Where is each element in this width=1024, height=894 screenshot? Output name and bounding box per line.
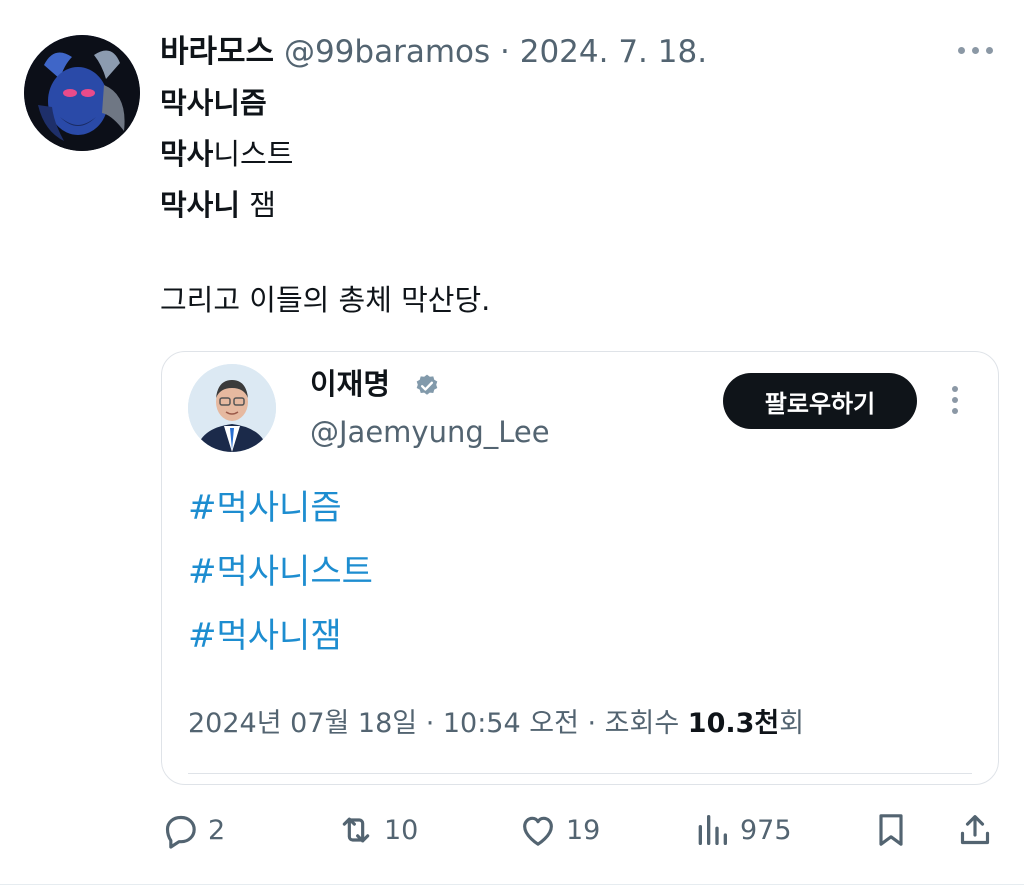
like-icon [523, 816, 553, 846]
quoted-view-suffix: 회 [779, 708, 805, 739]
reply-icon [165, 815, 196, 849]
tweet-header: 바라모스 @99baramos · 2024. 7. 18. [160, 30, 707, 74]
author-handle[interactable]: @99baramos [284, 34, 490, 70]
quoted-divider [188, 773, 972, 774]
hashtag-link[interactable]: #먹사니스트 [188, 540, 373, 604]
hashtag-link[interactable]: #먹사니잼 [188, 604, 373, 668]
tweet-line-rest: 니스트 [213, 137, 294, 171]
tweet-line-rest: 잼 [240, 188, 276, 222]
tweet-line: 막사니 잼 [160, 180, 490, 231]
action-bar: 2 10 19 975 [0, 800, 1024, 860]
tweet-line: 막사니즘 [160, 78, 490, 129]
hashtag-list: #먹사니즘 #먹사니스트 #먹사니잼 [188, 476, 373, 668]
quoted-view-count: 10.3천 [687, 708, 780, 739]
share-icon [960, 815, 990, 845]
bookmark-icon [879, 814, 903, 846]
tweet-body: 막사니즘 막사니스트 막사니 잼 그리고 이들의 총체 막산당. [160, 78, 490, 326]
retweet-button[interactable]: 10 [336, 810, 418, 850]
quoted-more-icon[interactable] [948, 384, 962, 416]
quoted-timestamp: 2024년 07월 18일 · 10:54 오전 · 조회수 [188, 708, 688, 739]
author-avatar[interactable] [24, 35, 140, 151]
bookmark-button[interactable] [871, 810, 911, 850]
quoted-tweet-card[interactable]: 이재명 @Jaemyung_Lee 팔로우하기 #먹사니즘 #먹사니스트 #먹사… [161, 351, 999, 785]
like-button[interactable]: 19 [518, 810, 600, 850]
author-avatar-image [24, 35, 140, 151]
share-button[interactable] [955, 810, 995, 850]
quoted-avatar-image [188, 364, 276, 452]
views-button[interactable]: 975 [692, 810, 792, 850]
hashtag-link[interactable]: #먹사니즘 [188, 476, 373, 540]
views-icon [698, 815, 727, 845]
more-icon[interactable] [958, 40, 996, 60]
author-name[interactable]: 바라모스 [160, 34, 274, 70]
tweet-line-bold: 막사 [160, 137, 214, 171]
verified-icon [416, 374, 438, 395]
tweet-closing-line: 그리고 이들의 총체 막산당. [160, 283, 491, 317]
retweet-count: 10 [384, 814, 419, 846]
bottom-divider [0, 884, 1024, 885]
views-count: 975 [740, 814, 792, 846]
quoted-tweet-footer: 2024년 07월 18일 · 10:54 오전 · 조회수 10.3천회 [188, 702, 804, 746]
reply-button[interactable]: 2 [160, 810, 225, 850]
reply-count: 2 [208, 814, 226, 846]
quoted-author-name[interactable]: 이재명 [310, 362, 390, 406]
tweet-line: 막사니스트 [160, 129, 490, 180]
tweet-line-bold: 막사니 [160, 188, 241, 222]
retweet-icon [342, 817, 370, 843]
tweet-date[interactable]: 2024. 7. 18. [520, 34, 707, 70]
follow-button[interactable]: 팔로우하기 [723, 373, 917, 429]
header-separator: · [500, 34, 510, 70]
quoted-author-avatar[interactable] [188, 364, 276, 452]
tweet-line-bold: 막사니즘 [160, 86, 267, 120]
quoted-author-handle[interactable]: @Jaemyung_Lee [310, 410, 550, 454]
like-count: 19 [566, 814, 601, 846]
